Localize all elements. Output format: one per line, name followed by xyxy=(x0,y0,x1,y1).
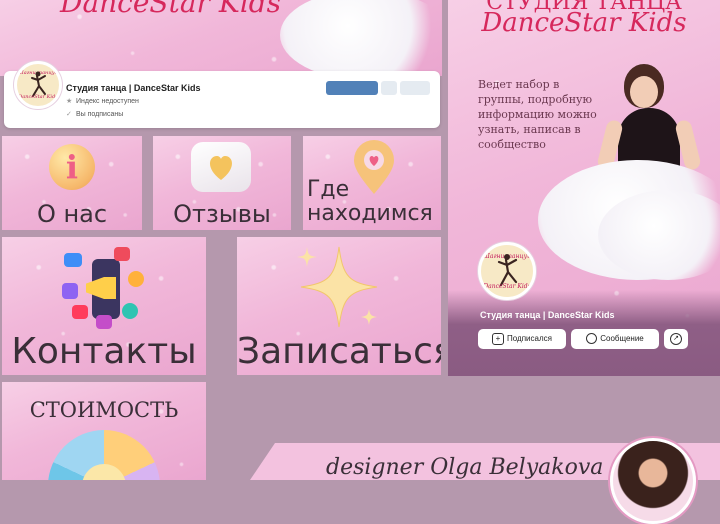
index-status: ★ Индекс недоступен xyxy=(66,97,139,105)
message-button[interactable]: Сообщение xyxy=(571,329,659,349)
mobile-avatar-logo-line2: DanceStar Kids xyxy=(483,283,531,290)
tile-about-label: О нас xyxy=(36,200,108,228)
community-avatar[interactable]: Шагни танцуй DanceStar Kids xyxy=(14,61,62,109)
pie-chart-icon xyxy=(48,430,160,480)
plus-icon: + xyxy=(492,332,505,345)
tile-price[interactable]: СТОИМОСТЬ xyxy=(2,382,206,480)
designer-credit: designer Olga Belyakova xyxy=(326,455,604,480)
tile-price-label: СТОИМОСТЬ xyxy=(29,398,179,422)
subscribed-button-label: Подписался xyxy=(507,334,552,343)
mobile-community-avatar[interactable]: Шагни танцуй DanceStar Kids xyxy=(478,242,536,300)
subscribed-button[interactable]: + Подписался xyxy=(478,329,566,349)
index-status-text: Индекс недоступен xyxy=(76,98,139,105)
message-button-label: Сообщение xyxy=(600,334,644,343)
designer-avatar xyxy=(610,438,696,524)
message-icon xyxy=(586,333,598,345)
cloud-image xyxy=(280,0,442,76)
more-action-button[interactable] xyxy=(400,81,430,95)
subscription-status: ✓ Вы подписаны xyxy=(66,110,123,118)
tile-location[interactable]: Где находимся xyxy=(303,136,441,230)
tile-reviews-label: Отзывы xyxy=(173,200,271,228)
profile-card: Шагни танцуй DanceStar Kids Студия танца… xyxy=(4,61,440,128)
chat-bubble-icon xyxy=(191,142,251,192)
tile-location-label-line1: Где xyxy=(307,177,350,202)
tile-location-label-line2: находимся xyxy=(307,201,433,226)
tile-contacts-label: Контакты xyxy=(11,331,197,372)
secondary-action-button[interactable] xyxy=(381,81,397,95)
sparkle-icon xyxy=(297,246,378,328)
more-button[interactable]: ↗ xyxy=(664,329,688,349)
tile-about[interactable]: i О нас xyxy=(2,136,142,230)
mobile-community-name[interactable]: Студия танца | DanceStar Kids xyxy=(480,310,614,320)
social-media-icon xyxy=(62,247,150,331)
mobile-cover: СТУДИЯ ТАНЦА DanceStar Kids Ведет набор … xyxy=(448,0,720,376)
tile-signup[interactable]: Записаться xyxy=(237,237,441,375)
tile-signup-label: Записаться xyxy=(237,331,441,372)
tile-contacts[interactable]: Контакты xyxy=(2,237,206,375)
community-cover: DanceStar Kids xyxy=(0,0,442,76)
star-icon: ★ xyxy=(66,98,73,105)
community-name[interactable]: Студия танца | DanceStar Kids xyxy=(66,83,200,93)
arrow-icon: ↗ xyxy=(670,332,682,345)
check-icon: ✓ xyxy=(66,111,72,118)
mobile-description: Ведет набор в группы, подробную информац… xyxy=(478,78,597,151)
avatar-logo-line2: DanceStar Kids xyxy=(18,94,58,100)
info-icon: i xyxy=(49,144,95,190)
tile-reviews[interactable]: Отзывы xyxy=(153,136,291,230)
mobile-title: DanceStar Kids xyxy=(481,8,687,38)
tile-location-label: Где находимся xyxy=(307,178,441,226)
subscription-status-text: Вы подписаны xyxy=(76,111,124,118)
primary-action-button[interactable] xyxy=(326,81,378,95)
cover-title: DanceStar Kids xyxy=(60,0,282,19)
